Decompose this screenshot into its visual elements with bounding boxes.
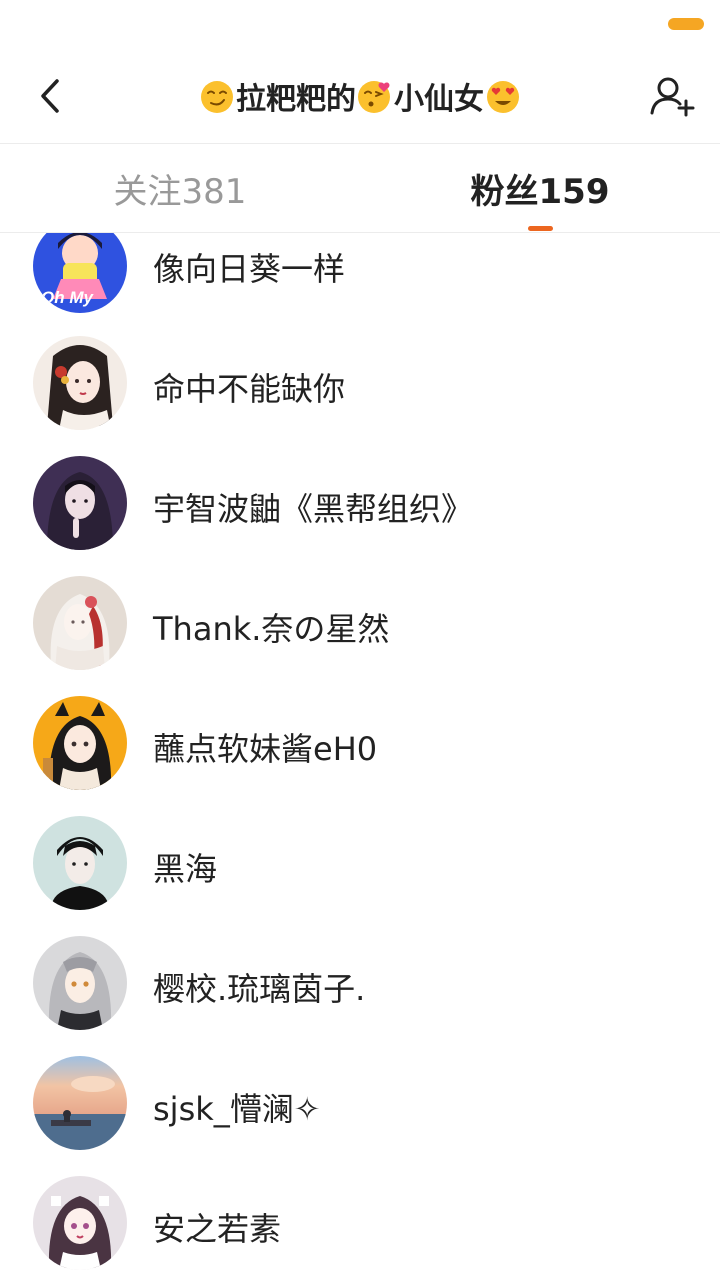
list-item[interactable]: Oh My 像向日葵一样 (0, 233, 720, 326)
fan-name: 命中不能缺你 (153, 370, 346, 408)
back-button[interactable] (28, 68, 72, 124)
list-item[interactable]: 命中不能缺你 (0, 326, 720, 446)
avatar[interactable] (33, 336, 127, 430)
add-friend-button[interactable] (646, 70, 698, 122)
svg-text:Oh My: Oh My (41, 288, 94, 307)
status-bar (0, 0, 720, 48)
heart-eyes-emoji-icon (487, 81, 519, 113)
list-item[interactable]: 蘸点软妹酱eH0 (0, 686, 720, 806)
tab-bar: 关注381 粉丝159 (0, 144, 720, 233)
tab-following[interactable]: 关注381 (60, 144, 300, 233)
smirk-emoji-icon (201, 81, 233, 113)
add-user-icon (650, 77, 695, 117)
page-title: 拉粑粑的 小仙女 (120, 48, 600, 144)
fan-name: sjsk_懵澜✧ (153, 1090, 321, 1128)
fans-list: Oh My 像向日葵一样 命中不能缺你 宇智波鼬《黑帮组织》 Thank.奈の星… (0, 233, 720, 1280)
avatar[interactable] (33, 1056, 127, 1150)
kiss-heart-emoji-icon (358, 81, 390, 113)
silver-hair-girl-avatar (33, 936, 127, 1030)
title-text-2: 小仙女 (394, 82, 484, 117)
list-item[interactable]: sjsk_懵澜✧ (0, 1046, 720, 1166)
avatar[interactable] (33, 576, 127, 670)
avatar[interactable]: Oh My (33, 233, 127, 313)
battery-icon (668, 18, 704, 30)
chevron-left-icon (41, 79, 59, 113)
list-item[interactable]: 安之若素 (0, 1166, 720, 1280)
dark-hair-boy-avatar (33, 816, 127, 910)
active-tab-indicator (528, 226, 553, 231)
avatar[interactable] (33, 936, 127, 1030)
hooded-boy-avatar (33, 456, 127, 550)
cat-ear-girl-avatar (33, 696, 127, 790)
list-item[interactable]: 黑海 (0, 806, 720, 926)
header: 拉粑粑的 小仙女 (0, 48, 720, 144)
fan-name: 樱校.琉璃茵子. (153, 970, 366, 1008)
anime-girl-avatar (33, 336, 127, 430)
tab-fans[interactable]: 粉丝159 (420, 144, 660, 233)
fan-name: 像向日葵一样 (153, 250, 346, 288)
fan-name: 蘸点软妹酱eH0 (153, 730, 378, 768)
list-item[interactable]: 樱校.琉璃茵子. (0, 926, 720, 1046)
avatar[interactable] (33, 456, 127, 550)
twin-tail-girl-avatar (33, 1176, 127, 1270)
white-hair-girl-avatar (33, 576, 127, 670)
list-item[interactable]: 宇智波鼬《黑帮组织》 (0, 446, 720, 566)
title-text-1: 拉粑粑的 (236, 82, 356, 117)
sunset-sea-avatar (33, 1056, 127, 1150)
avatar[interactable] (33, 1176, 127, 1270)
fan-name: 黑海 (153, 850, 218, 888)
fan-name: 安之若素 (153, 1210, 282, 1248)
avatar[interactable] (33, 816, 127, 910)
anime-oh-my-avatar: Oh My (33, 233, 127, 313)
fan-name: Thank.奈の星然 (153, 610, 390, 648)
avatar[interactable] (33, 696, 127, 790)
list-item[interactable]: Thank.奈の星然 (0, 566, 720, 686)
fan-name: 宇智波鼬《黑帮组织》 (153, 490, 474, 528)
